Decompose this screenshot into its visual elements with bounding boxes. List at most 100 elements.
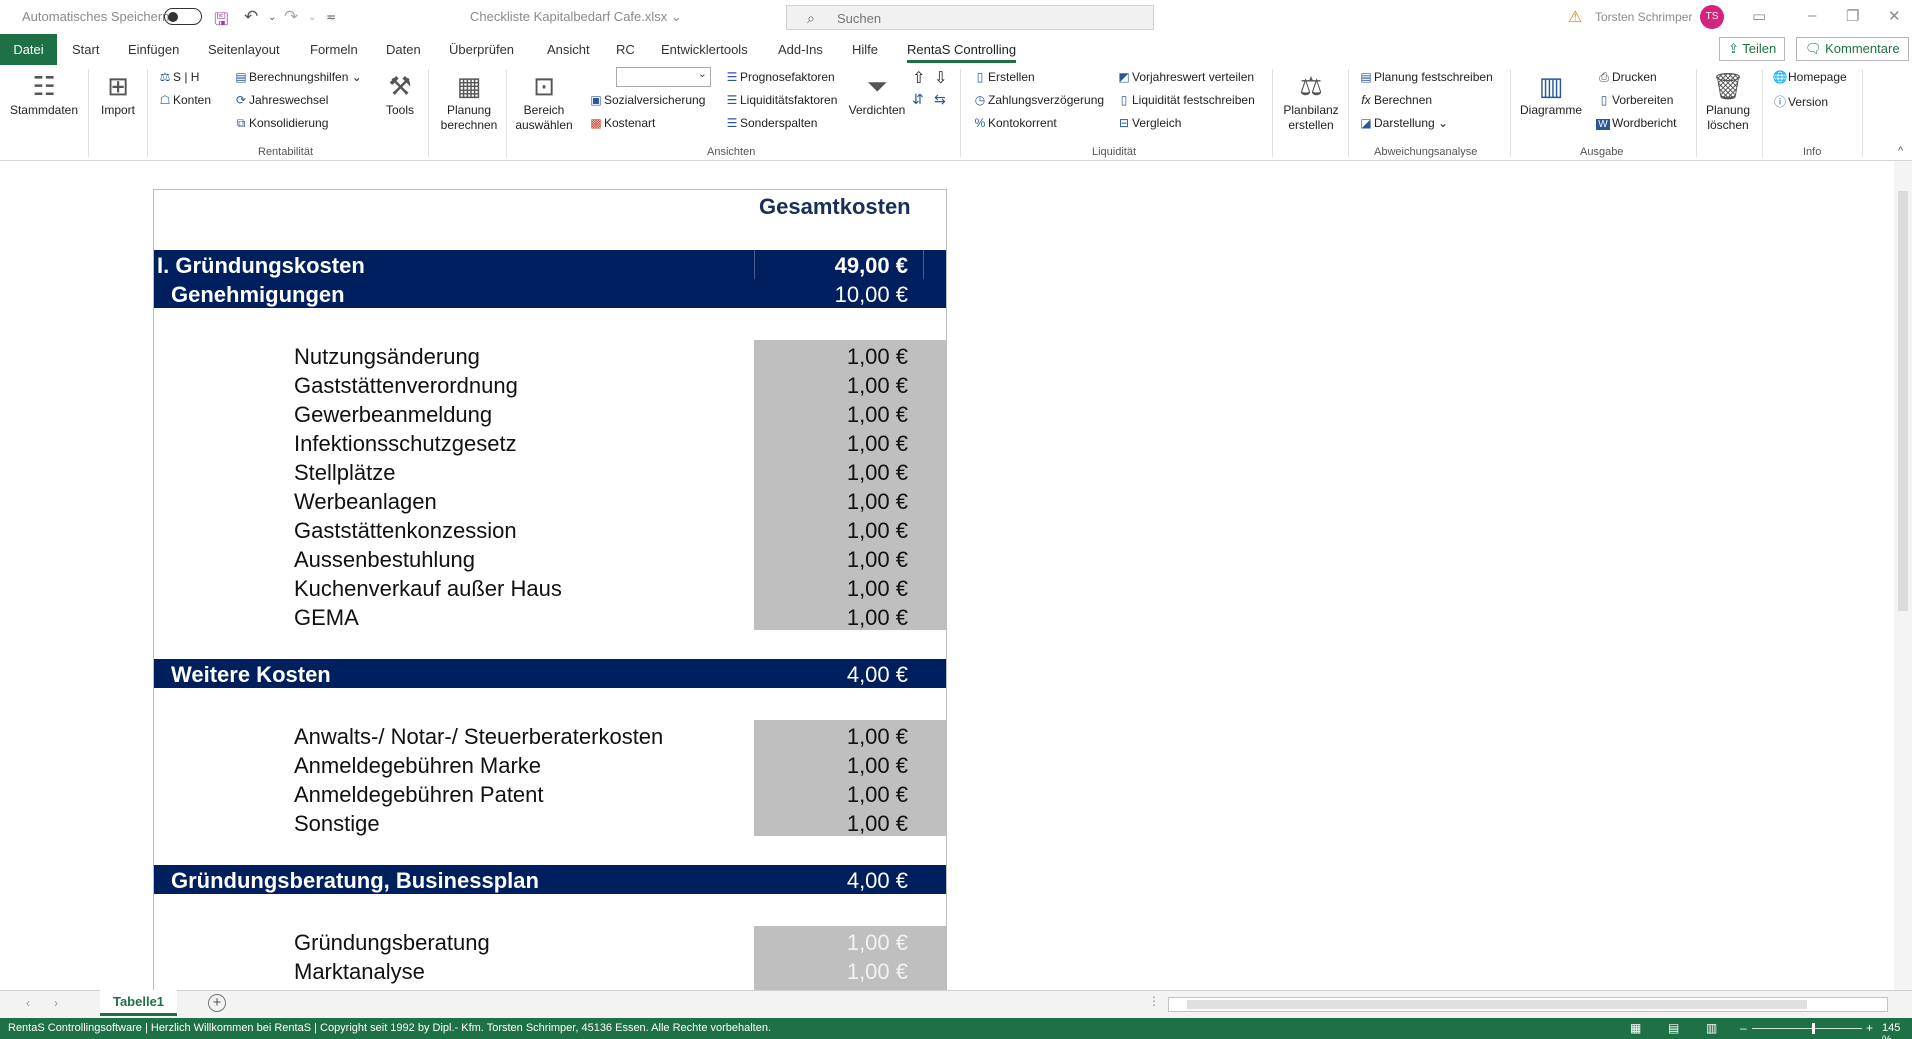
sort-icon[interactable]: ⇵ [912,91,924,108]
list-item[interactable]: Marktanalyse [294,959,425,985]
vorjahreswert-button[interactable]: ◩ Vorjahreswert verteilen [1116,70,1254,84]
search-input[interactable] [837,9,1137,27]
liquiditaetsfaktoren-button[interactable]: ☰ Liquiditätsfaktoren [724,93,838,107]
zoom-slider[interactable] [1752,1028,1862,1029]
list-item[interactable]: Gaststättenverordnung [294,373,518,399]
list-item-value[interactable]: 1,00 € [847,518,908,544]
tab-formeln[interactable]: Formeln [310,42,358,57]
list-item[interactable]: Gründungsberatung [294,930,490,956]
section-row-gruendungsberatung[interactable]: Gründungsberatung, Businessplan 4,00 € [154,865,946,894]
tab-ueberpruefen[interactable]: Überprüfen [449,42,514,57]
verdichten-button[interactable]: ⏷ Verdichten [848,71,906,118]
collapse-ribbon-icon[interactable]: ^ [1898,145,1903,157]
prognosefaktoren-button[interactable]: ☰ Prognosefaktoren [724,70,835,84]
zoom-in-icon[interactable]: + [1866,1021,1873,1035]
avatar[interactable]: TS [1700,5,1724,29]
jahreswechsel-button[interactable]: ⟳ Jahreswechsel [233,93,328,107]
zoom-slider-handle[interactable] [1812,1023,1815,1034]
horizontal-scrollbar[interactable] [1168,997,1888,1012]
import-button[interactable]: ⊞ Import [95,71,141,118]
tab-seitenlayout[interactable]: Seitenlayout [208,42,280,57]
share-button[interactable]: ⇪ Teilen [1719,37,1786,61]
list-item-value[interactable]: 1,00 € [847,724,908,750]
redo-dropdown-icon[interactable]: ⌄ [308,12,316,23]
list-item-value[interactable]: 1,00 € [847,402,908,428]
drucken-button[interactable]: ⎙ Drucken [1596,70,1657,85]
list-item[interactable]: Kuchenverkauf außer Haus [294,576,562,602]
vertical-scrollbar[interactable] [1894,161,1912,990]
save-icon[interactable]: 🖫 [214,7,228,36]
list-item-value[interactable]: 1,00 € [847,753,908,779]
redo-icon[interactable]: ↷ [284,7,298,27]
planung-berechnen-button[interactable]: ▦ Planung berechnen [438,71,500,133]
list-item[interactable]: Infektionsschutzgesetz [294,431,517,457]
version-button[interactable]: ⓘ Version [1772,93,1828,110]
compare-icon[interactable]: ⇆ [934,91,946,108]
section-row-weitere-kosten[interactable]: Weitere Kosten 4,00 € [154,659,946,688]
tab-splitter-icon[interactable]: ⋮ [1148,994,1160,1008]
tab-entwicklertools[interactable]: Entwicklertools [661,42,748,57]
vorbereiten-button[interactable]: ▯ Vorbereiten [1596,93,1674,107]
ribbon-display-icon[interactable]: ▭ [1752,7,1766,25]
planbilanz-erstellen-button[interactable]: ⚖ Planbilanz erstellen [1282,71,1340,133]
page-break-view-icon[interactable]: ▥ [1706,1021,1717,1035]
add-sheet-icon[interactable]: + [208,994,226,1012]
list-item-value[interactable]: 1,00 € [847,959,908,985]
liquiditaet-festschreiben-button[interactable]: ▯ Liquidität festschreiben [1116,93,1255,107]
vertical-scrollbar-thumb[interactable] [1898,191,1908,611]
list-item-value[interactable]: 1,00 € [847,460,908,486]
list-item-value[interactable]: 1,00 € [847,605,908,631]
arrow-up-icon[interactable]: ⇧ [912,68,925,88]
list-item[interactable]: GEMA [294,605,359,631]
tab-rentas-controlling[interactable]: RentaS Controlling [907,42,1017,63]
tools-button[interactable]: ⚒ Tools [382,71,418,118]
zahlungsverzoegerung-button[interactable]: ◷ Zahlungsverzögerung [972,93,1104,107]
list-item-value[interactable]: 1,00 € [847,930,908,956]
undo-dropdown-icon[interactable]: ⌄ [268,12,276,23]
sonderspalten-button[interactable]: ☰ Sonderspalten [724,116,818,130]
scroll-tabs-left-icon[interactable]: ‹ [26,996,30,1010]
list-item[interactable]: Gaststättenkonzession [294,518,517,544]
planung-festschreiben-button[interactable]: ▤ Planung festschreiben [1358,70,1492,84]
list-item-value[interactable]: 1,00 € [847,782,908,808]
list-item[interactable]: Anmeldegebühren Marke [294,753,541,779]
planung-loeschen-button[interactable]: 🗑 Planung löschen [1702,71,1754,133]
tab-hilfe[interactable]: Hilfe [852,42,878,57]
comments-button[interactable]: 🗨 Kommentare [1796,37,1909,61]
zoom-level[interactable]: 145 % [1882,1022,1912,1039]
main-section-row[interactable]: I. Gründungskosten 49,00 € [154,250,946,279]
scroll-tabs-right-icon[interactable]: › [54,996,58,1010]
normal-view-icon[interactable]: ▦ [1630,1021,1641,1035]
kontokorrent-button[interactable]: % Kontokorrent [972,116,1057,130]
customize-qat-icon[interactable]: ≂ [326,10,336,24]
worksheet[interactable]: Gesamtkosten I. Gründungskosten 49,00 € … [0,161,1894,990]
diagramme-button[interactable]: ▥ Diagramme [1518,71,1584,118]
minimize-icon[interactable]: – [1808,7,1816,24]
close-icon[interactable]: ✕ [1888,7,1901,25]
sh-button[interactable]: ⚖ S | H [157,70,200,84]
tab-add-ins[interactable]: Add-Ins [778,42,823,57]
restore-icon[interactable]: ❐ [1846,7,1859,25]
list-item[interactable]: Gewerbeanmeldung [294,402,492,428]
document-title[interactable]: Checkliste Kapitalbedarf Cafe.xlsx ⌄ [470,9,682,25]
page-layout-view-icon[interactable]: ▤ [1668,1021,1679,1035]
tab-ansicht[interactable]: Ansicht [547,42,590,57]
homepage-button[interactable]: 🌐Homepage [1772,70,1847,84]
stammdaten-button[interactable]: ☷ Stammdaten [9,71,79,118]
tab-datei[interactable]: Datei [0,34,57,65]
list-item[interactable]: Stellplätze [294,460,396,486]
list-item[interactable]: Anwalts-/ Notar-/ Steuerberaterkosten [294,724,663,750]
kostenart-button[interactable]: ▩ Kostenart [588,116,655,130]
erstellen-button[interactable]: ▯ Erstellen [972,70,1035,84]
zoom-out-icon[interactable]: – [1740,1021,1747,1035]
ansicht-dropdown[interactable] [616,67,711,87]
undo-icon[interactable]: ↶ [244,7,258,27]
bereich-auswaehlen-button[interactable]: ⊡ Bereich auswählen [512,71,576,133]
search-box[interactable]: ⌕ [786,5,1154,30]
arrow-down-icon[interactable]: ⇩ [934,68,947,88]
berechnungshilfen-button[interactable]: ▤ Berechnungshilfen ⌄ [233,70,361,84]
tab-rc[interactable]: RC [616,42,635,57]
list-item[interactable]: Aussenbestuhlung [294,547,475,573]
sheet-tab-tabelle1[interactable]: Tabelle1 [100,990,177,1016]
section-row-genehmigungen[interactable]: Genehmigungen 10,00 € [154,279,946,308]
